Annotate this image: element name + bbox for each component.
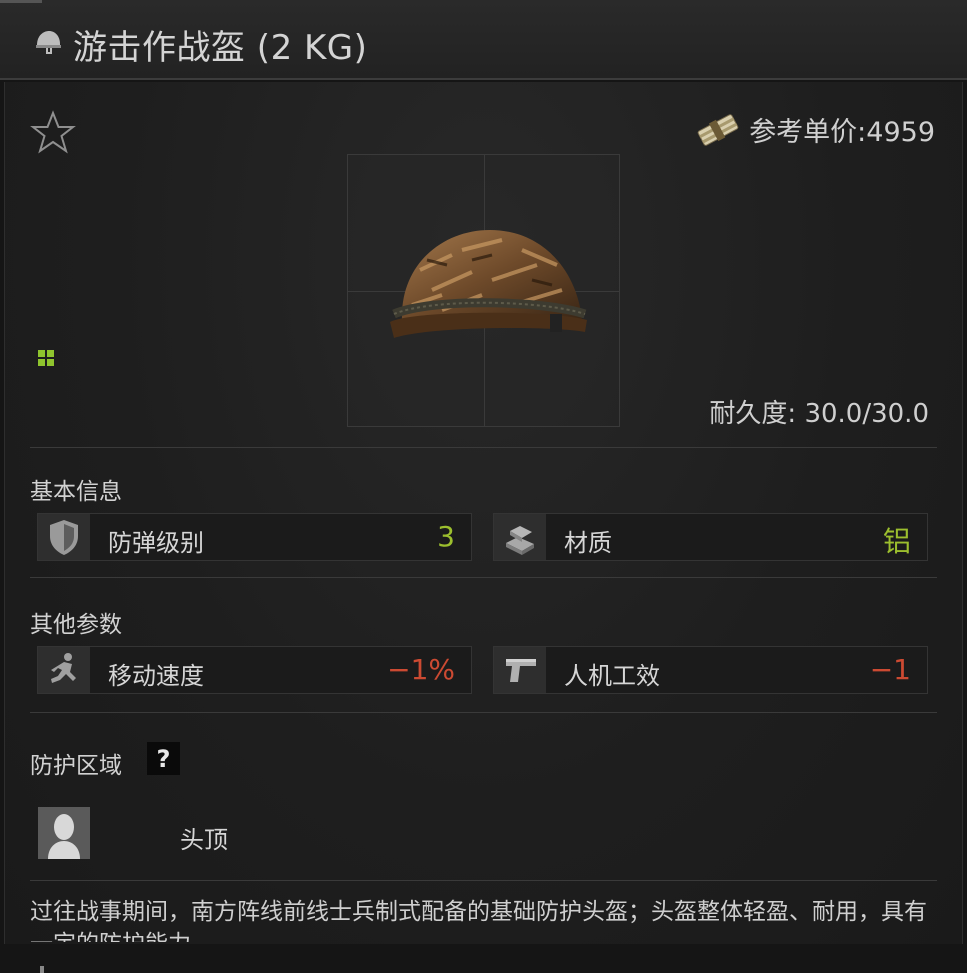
running-soldier-icon	[38, 647, 90, 693]
item-description: 过往战事期间，南方阵线前线士兵制式配备的基础防护头盔；头盔整体轻盈、耐用，具有一…	[30, 899, 927, 942]
divider	[30, 880, 937, 881]
divider	[30, 712, 937, 713]
other-params-title: 其他参数	[30, 612, 122, 638]
grid-size-icon	[38, 350, 54, 366]
head-silhouette-icon	[38, 807, 90, 859]
reference-price: 参考单价:4959	[695, 110, 935, 149]
price-label: 参考单价:4959	[749, 117, 935, 148]
stat-ergonomics: 人机工效 −1	[493, 646, 928, 694]
divider	[30, 447, 937, 448]
scroll-marker	[40, 966, 44, 973]
protection-zone-label: 头顶	[180, 826, 228, 854]
favorite-star-icon[interactable]	[30, 110, 76, 156]
title-bar: 游击作战盔 (2 KG)	[0, 0, 967, 80]
title-bar-accent	[0, 0, 42, 3]
protection-zones-title: 防护区域	[30, 753, 122, 779]
stat-label: 人机工效	[564, 662, 660, 690]
helmet-icon	[36, 31, 61, 54]
stat-label: 防弹级别	[108, 529, 204, 557]
pistol-icon	[494, 647, 546, 693]
stat-label: 移动速度	[108, 662, 204, 690]
stat-value: 铝	[882, 525, 911, 558]
help-icon[interactable]: ?	[147, 742, 180, 775]
stat-material: 材质 铝	[493, 513, 928, 561]
shield-icon	[38, 514, 90, 560]
basic-info-title: 基本信息	[30, 479, 122, 505]
bottom-bar	[0, 944, 967, 973]
money-stack-icon	[697, 113, 739, 146]
item-image-frame	[347, 154, 620, 427]
stat-label: 材质	[564, 529, 612, 557]
stat-armor-class: 防弹级别 3	[37, 513, 472, 561]
stat-value: −1%	[387, 653, 455, 686]
durability: 耐久度: 30.0/30.0	[709, 399, 929, 429]
helmet-image	[390, 230, 587, 338]
aluminum-ingots-icon	[494, 514, 546, 560]
stat-move-speed: 移动速度 −1%	[37, 646, 472, 694]
divider	[30, 577, 937, 578]
stat-value: 3	[437, 520, 455, 553]
stat-value: −1	[869, 653, 911, 686]
item-title: 游击作战盔 (2 KG)	[73, 28, 368, 68]
